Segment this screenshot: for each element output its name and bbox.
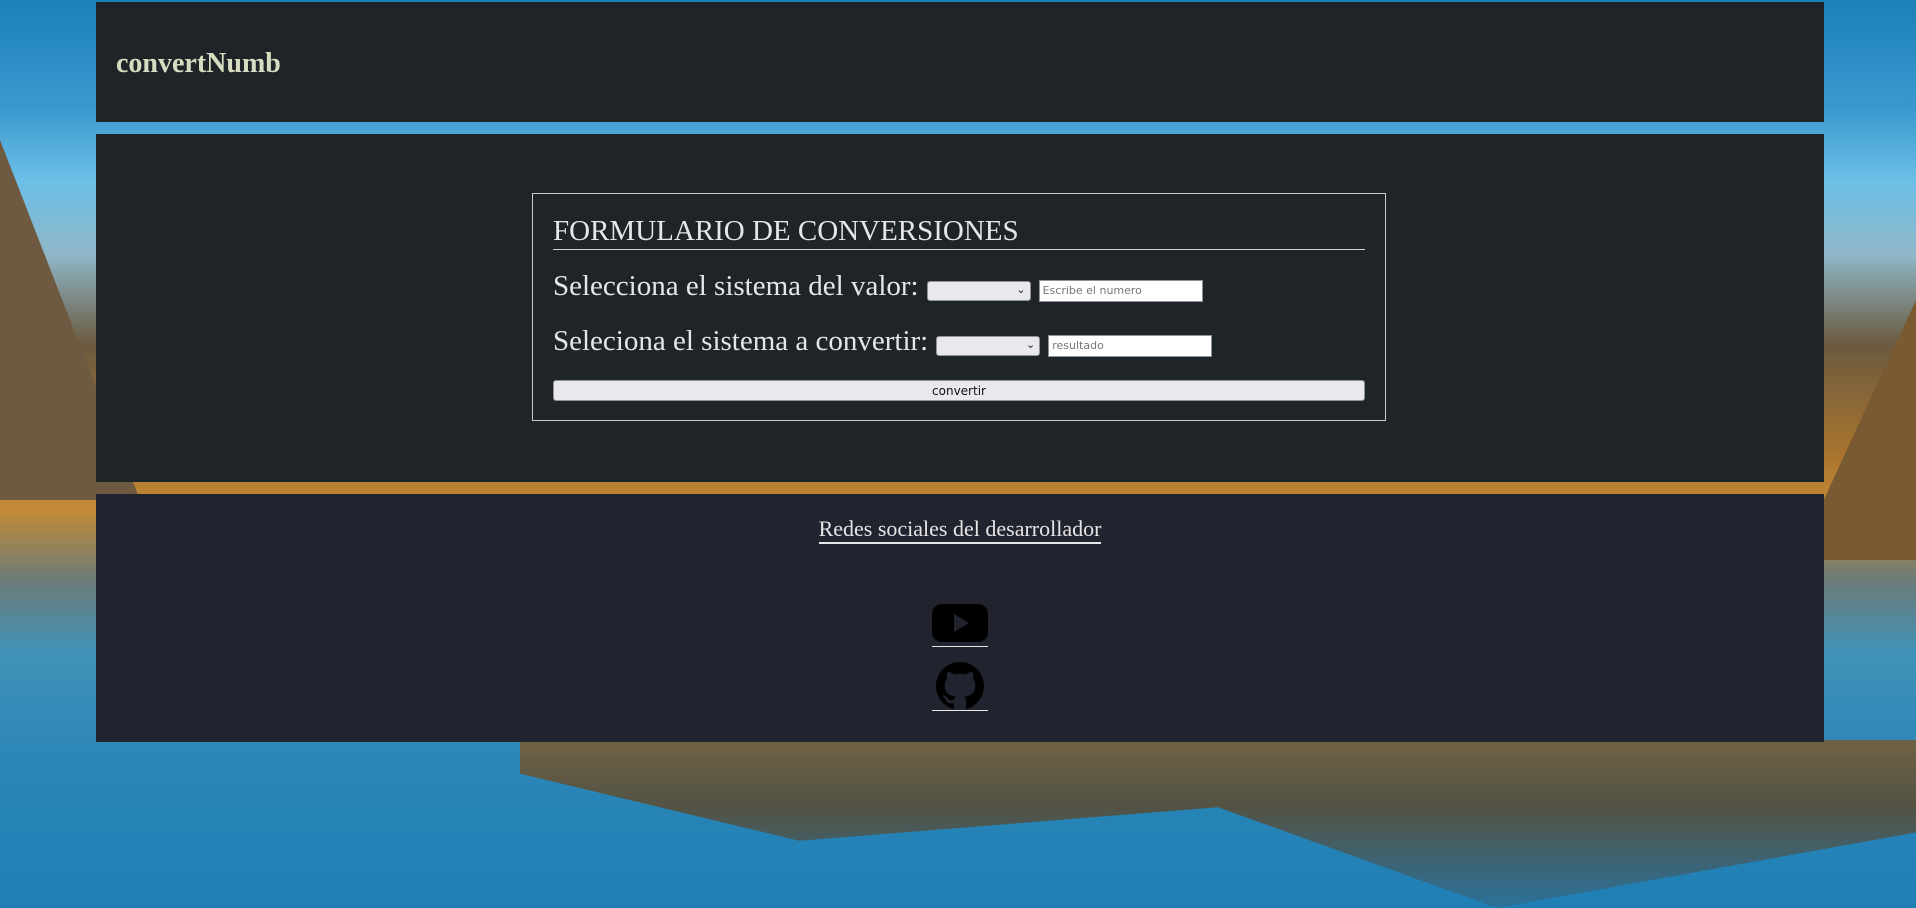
github-link[interactable] [932, 660, 988, 711]
number-input[interactable] [1038, 279, 1203, 302]
result-field[interactable] [1048, 334, 1213, 357]
youtube-link[interactable] [932, 600, 988, 647]
source-system-label: Selecciona el sistema del valor: [553, 270, 919, 302]
github-icon [936, 662, 984, 709]
main-section: FORMULARIO DE CONVERSIONES Selecciona el… [96, 134, 1824, 482]
site-footer: Redes sociales del desarrollador [96, 494, 1824, 742]
site-header: convertNumb [96, 2, 1824, 122]
chevron-down-icon: ⌄ [1016, 282, 1026, 296]
chevron-down-icon: ⌄ [1026, 337, 1036, 351]
brand-logo-text: convertNumb [116, 48, 281, 79]
source-system-select[interactable]: ⌄ [926, 280, 1031, 301]
form-title: FORMULARIO DE CONVERSIONES [553, 214, 1365, 250]
youtube-icon [932, 604, 988, 642]
background-lake-reflection [520, 740, 1916, 908]
target-system-label: Seleciona el sistema a convertir: [553, 325, 929, 357]
convert-button[interactable]: convertir [553, 380, 1365, 401]
target-system-select[interactable]: ⌄ [936, 335, 1041, 356]
conversion-form: FORMULARIO DE CONVERSIONES Selecciona el… [532, 193, 1386, 421]
source-row: Selecciona el sistema del valor: ⌄ [553, 270, 1203, 303]
target-row: Seleciona el sistema a convertir: ⌄ [553, 325, 1213, 358]
social-section-title: Redes sociales del desarrollador [96, 516, 1824, 544]
social-title-text: Redes sociales del desarrollador [818, 516, 1102, 544]
